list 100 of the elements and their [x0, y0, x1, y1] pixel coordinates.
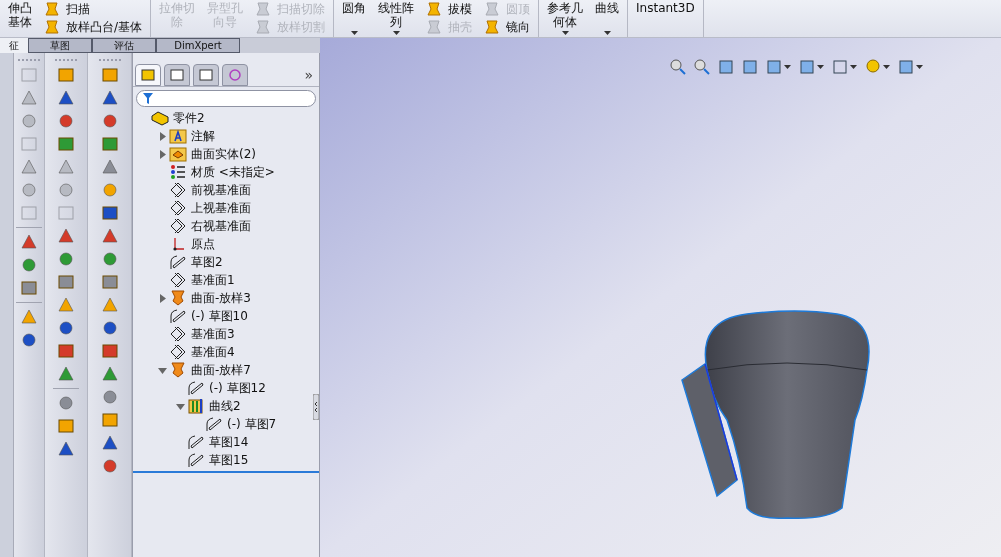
tool-icon[interactable]	[20, 279, 38, 297]
tool-icon[interactable]	[100, 434, 119, 452]
tree-item[interactable]: 右视基准面	[191, 217, 251, 235]
command-tab[interactable]: DimXpert	[156, 38, 240, 53]
tree-item[interactable]: 草图2	[191, 253, 223, 271]
view-tool-icon[interactable]	[832, 59, 848, 75]
ribbon-button[interactable]: 线性阵 列	[378, 0, 415, 37]
tree-item[interactable]: (-) 草图7	[227, 415, 277, 433]
caret-icon	[392, 31, 400, 35]
graphics-area[interactable]	[320, 38, 1001, 557]
tool-icon[interactable]	[20, 233, 38, 251]
view-tool-icon[interactable]	[865, 59, 881, 75]
command-tab[interactable]: 草图	[28, 38, 92, 53]
tree-item[interactable]: 曲面-放样7	[191, 361, 251, 379]
ribbon-button[interactable]: 参考几 何体	[547, 0, 584, 37]
tool-icon[interactable]	[20, 308, 38, 326]
tree-item[interactable]: (-) 草图12	[209, 379, 266, 397]
ribbon-button[interactable]: 伸凸 基体	[8, 0, 32, 37]
tool-icon[interactable]	[100, 388, 119, 406]
command-tab[interactable]: 征	[0, 38, 28, 53]
tool-icon	[255, 19, 272, 35]
tool-icon[interactable]	[100, 204, 119, 222]
tool-icon[interactable]	[100, 135, 119, 153]
view-tool-icon[interactable]	[742, 59, 758, 75]
tab-icon	[198, 68, 214, 82]
tree-item[interactable]: 上视基准面	[191, 199, 251, 217]
tool-icon[interactable]	[100, 457, 119, 475]
tool-icon[interactable]	[100, 365, 119, 383]
tool-icon[interactable]	[57, 342, 75, 360]
tool-icon[interactable]	[100, 89, 119, 107]
tool-icon[interactable]	[100, 273, 119, 291]
tool-icon[interactable]	[57, 296, 75, 314]
tool-icon[interactable]	[100, 227, 119, 245]
view-tool-icon[interactable]	[799, 59, 815, 75]
ribbon-button[interactable]: 扫描	[44, 1, 143, 17]
tree-item[interactable]: (-) 草图10	[191, 307, 248, 325]
tree-item[interactable]: 注解	[191, 127, 215, 145]
ribbon-button[interactable]: 圆角	[342, 0, 367, 37]
tool-icon[interactable]	[100, 250, 119, 268]
tree-item[interactable]: 前视基准面	[191, 181, 251, 199]
filter-field[interactable]	[136, 90, 316, 107]
tool-icon[interactable]	[57, 112, 75, 130]
tool-icon[interactable]	[57, 440, 75, 458]
tool-icon[interactable]	[100, 342, 119, 360]
tab-icon	[169, 68, 185, 82]
tool-icon[interactable]	[100, 411, 119, 429]
tree-item[interactable]: 零件2	[173, 109, 205, 127]
tool-icon[interactable]	[100, 66, 119, 84]
tree-item[interactable]: 曲面-放样3	[191, 289, 251, 307]
tool-icon[interactable]	[20, 256, 38, 274]
manager-tab[interactable]	[164, 64, 190, 86]
collapse-arrow-icon[interactable]	[175, 401, 185, 411]
tool-icon[interactable]	[57, 227, 75, 245]
view-tool-icon[interactable]	[670, 59, 686, 75]
collapse-handle-icon[interactable]	[313, 394, 319, 420]
tree-item[interactable]: 基准面3	[191, 325, 235, 343]
manager-tab[interactable]	[193, 64, 219, 86]
more-button[interactable]: »	[304, 64, 313, 86]
tool-icon[interactable]	[57, 394, 75, 412]
tool-icon[interactable]	[57, 250, 75, 268]
tree-item[interactable]: 原点	[191, 235, 215, 253]
tool-icon[interactable]	[20, 331, 38, 349]
expand-arrow-icon[interactable]	[157, 149, 167, 159]
view-tool-icon[interactable]	[694, 59, 710, 75]
ribbon-button[interactable]: 放样凸台/基体	[44, 19, 143, 35]
caret-icon	[350, 31, 358, 35]
tool-icon[interactable]	[57, 365, 75, 383]
collapse-arrow-icon[interactable]	[157, 365, 167, 375]
tree-item[interactable]: 基准面1	[191, 271, 235, 289]
tree-item[interactable]: 曲面实体(2)	[191, 145, 256, 163]
plane-icon	[169, 182, 187, 198]
tool-icon[interactable]	[57, 89, 75, 107]
expand-arrow-icon[interactable]	[157, 293, 167, 303]
tree-item[interactable]: 材质 <未指定>	[191, 163, 275, 181]
ribbon-button[interactable]: 镜向	[484, 19, 531, 35]
sketch-icon	[169, 254, 187, 270]
manager-tab[interactable]	[222, 64, 248, 86]
tool-icon[interactable]	[100, 112, 119, 130]
folder-icon	[169, 128, 187, 144]
view-tool-icon[interactable]	[898, 59, 914, 75]
ribbon-button[interactable]: 曲线	[595, 0, 620, 37]
tree-item[interactable]: 草图15	[209, 451, 249, 469]
view-tool-icon[interactable]	[718, 59, 734, 75]
tool-icon[interactable]	[57, 135, 75, 153]
tool-icon[interactable]	[57, 66, 75, 84]
tool-icon[interactable]	[57, 319, 75, 337]
expand-arrow-icon[interactable]	[157, 131, 167, 141]
manager-tab[interactable]	[135, 64, 161, 86]
tool-icon[interactable]	[57, 273, 75, 291]
ribbon-button[interactable]: Instant3D	[636, 0, 695, 37]
tool-icon[interactable]	[100, 319, 119, 337]
view-tool-icon[interactable]	[766, 59, 782, 75]
tree-item[interactable]: 曲线2	[209, 397, 241, 415]
tool-icon[interactable]	[57, 417, 75, 435]
command-tab[interactable]: 评估	[92, 38, 156, 53]
tree-item[interactable]: 草图14	[209, 433, 249, 451]
sketch-icon	[187, 434, 205, 450]
ribbon-button[interactable]: 拔模	[426, 1, 473, 17]
tool-icon[interactable]	[100, 158, 119, 176]
tree-item[interactable]: 基准面4	[191, 343, 235, 361]
